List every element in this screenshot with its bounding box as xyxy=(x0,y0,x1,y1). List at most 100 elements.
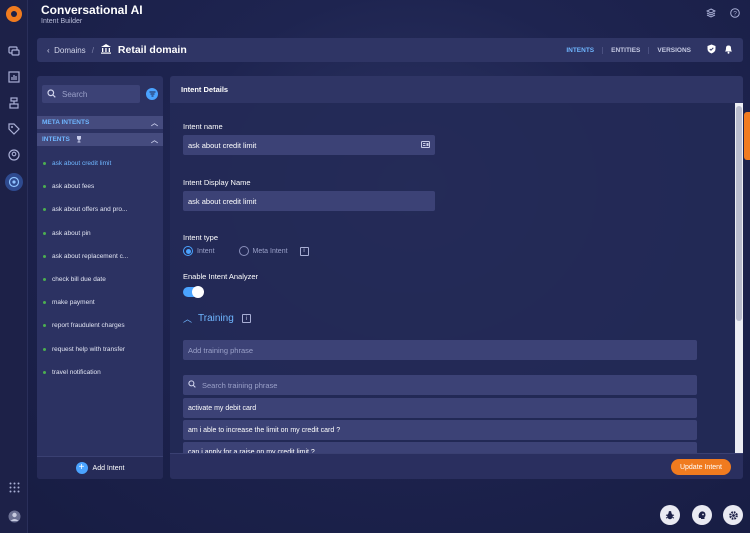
shield-icon[interactable] xyxy=(707,44,716,56)
search-icon xyxy=(47,88,56,100)
profile-avatar-icon[interactable] xyxy=(7,509,21,523)
tag-icon[interactable] xyxy=(7,122,21,136)
intent-label: ask about offers and pro... xyxy=(52,206,128,214)
svg-text:?: ? xyxy=(733,11,737,18)
analyzer-label: Enable Intent Analyzer xyxy=(183,272,259,281)
list-item[interactable]: ask about replacement c... xyxy=(37,245,163,268)
intents-label: INTENTS xyxy=(42,136,70,143)
status-dot xyxy=(43,231,46,235)
intents-header[interactable]: INTENTS ︿ xyxy=(37,133,163,146)
gear-icon xyxy=(728,510,738,520)
breadcrumb-back-link[interactable]: ‹ Domains xyxy=(47,46,86,55)
tab-versions[interactable]: VERSIONS xyxy=(648,46,699,54)
bell-icon[interactable] xyxy=(724,44,733,56)
feedback-side-tab[interactable] xyxy=(744,112,750,160)
status-dot xyxy=(43,370,46,374)
intent-name-label: Intent name xyxy=(183,122,223,131)
assistant-button[interactable] xyxy=(692,505,712,525)
sidebar-search-input[interactable] xyxy=(62,89,132,99)
list-item[interactable]: ask about fees xyxy=(37,175,163,198)
sidebar-search xyxy=(42,85,140,103)
breadcrumb-back-label: Domains xyxy=(54,45,86,55)
training-phrase-row[interactable]: am i able to increase the limit on my cr… xyxy=(183,420,697,440)
help-icon[interactable]: ? xyxy=(730,8,740,21)
display-name-input[interactable] xyxy=(188,196,430,206)
list-item[interactable]: ask about pin xyxy=(37,222,163,245)
status-dot xyxy=(43,254,46,258)
training-phrase-row[interactable]: activate my debit card xyxy=(183,398,697,418)
radio-intent[interactable] xyxy=(183,246,193,256)
panel-title: Intent Details xyxy=(170,76,743,103)
top-icons: ? xyxy=(705,8,740,21)
brand-logo[interactable] xyxy=(6,6,22,22)
status-dot xyxy=(43,324,46,328)
list-item[interactable]: ask about credit limit xyxy=(37,152,163,175)
add-intent-button[interactable]: + Add Intent xyxy=(37,456,163,479)
meta-intents-label: META INTENTS xyxy=(42,119,90,126)
intent-type-radio-group: Intent Meta Intent i xyxy=(183,246,309,256)
app-subtitle: Intent Builder xyxy=(41,18,83,25)
update-intent-button[interactable]: Update Intent xyxy=(670,459,731,475)
status-dot xyxy=(43,301,46,305)
tab-entities[interactable]: ENTITIES xyxy=(602,46,648,54)
info-icon[interactable]: i xyxy=(299,246,309,256)
chevron-up-icon[interactable]: ︿ xyxy=(183,312,192,325)
apps-grid-icon[interactable] xyxy=(7,480,21,494)
intent-label: make payment xyxy=(52,299,95,307)
list-item[interactable]: report fraudulent charges xyxy=(37,314,163,337)
settings-button[interactable] xyxy=(723,505,743,525)
layers-icon[interactable] xyxy=(705,8,717,21)
breadcrumb-tabs: INTENTS ENTITIES VERSIONS xyxy=(558,46,699,54)
tab-intents[interactable]: INTENTS xyxy=(558,47,602,54)
analyzer-toggle[interactable] xyxy=(183,286,204,298)
radio-intent-label: Intent xyxy=(197,247,215,255)
chat-icon[interactable] xyxy=(7,44,21,58)
filter-button[interactable] xyxy=(146,88,158,100)
bank-icon xyxy=(100,43,112,57)
user-circle-icon[interactable] xyxy=(7,148,21,162)
search-phrase-input[interactable] xyxy=(202,380,692,390)
intent-sidebar: META INTENTS ︿ INTENTS ︿ ask about credi… xyxy=(37,76,163,479)
radio-meta-intent[interactable] xyxy=(238,246,249,256)
intent-label: ask about fees xyxy=(52,183,95,191)
chevron-up-icon[interactable]: ︿ xyxy=(151,135,158,145)
trophy-icon[interactable] xyxy=(75,135,83,145)
info-icon[interactable]: i xyxy=(241,314,251,323)
add-intent-label: Add Intent xyxy=(92,464,125,472)
status-dot xyxy=(43,278,46,282)
meta-intents-header[interactable]: META INTENTS ︿ xyxy=(37,116,163,129)
status-dot xyxy=(43,208,46,212)
analytics-icon[interactable] xyxy=(7,70,21,84)
breadcrumb-separator: / xyxy=(91,45,94,55)
scrollbar-thumb[interactable] xyxy=(736,106,742,321)
bug-report-button[interactable] xyxy=(660,505,680,525)
flow-icon[interactable] xyxy=(7,96,21,110)
intent-details-panel: Intent Details Intent name Intent Displa… xyxy=(170,76,743,479)
training-section-header[interactable]: ︿ Training i xyxy=(183,312,251,325)
intent-name-input[interactable] xyxy=(188,140,421,150)
status-dot xyxy=(43,347,46,351)
chevron-up-icon[interactable]: ︿ xyxy=(151,118,158,128)
search-icon xyxy=(188,380,196,390)
filter-icon xyxy=(149,91,155,97)
training-label: Training xyxy=(198,313,234,324)
status-dot xyxy=(43,185,46,189)
list-item[interactable]: check bill due date xyxy=(37,268,163,291)
id-card-icon[interactable] xyxy=(421,140,430,150)
panel-footer: Update Intent xyxy=(170,453,743,479)
intent-label: report fraudulent charges xyxy=(52,322,125,330)
intent-builder-icon[interactable] xyxy=(5,173,23,191)
display-name-label: Intent Display Name xyxy=(183,178,251,187)
breadcrumb-bar: ‹ Domains / Retail domain INTENTS ENTITI… xyxy=(37,38,743,62)
page-title: Retail domain xyxy=(117,44,187,56)
list-item[interactable]: travel notification xyxy=(37,361,163,384)
add-phrase-field xyxy=(183,340,697,360)
add-phrase-input[interactable] xyxy=(188,345,692,355)
radio-meta-intent-label: Meta Intent xyxy=(252,247,288,255)
list-item[interactable]: request help with transfer xyxy=(37,338,163,361)
intent-label: check bill due date xyxy=(52,276,106,284)
list-item[interactable]: make payment xyxy=(37,291,163,314)
intent-list: ask about credit limit ask about fees as… xyxy=(37,152,163,384)
intent-label: ask about pin xyxy=(52,229,91,237)
list-item[interactable]: ask about offers and pro... xyxy=(37,198,163,221)
